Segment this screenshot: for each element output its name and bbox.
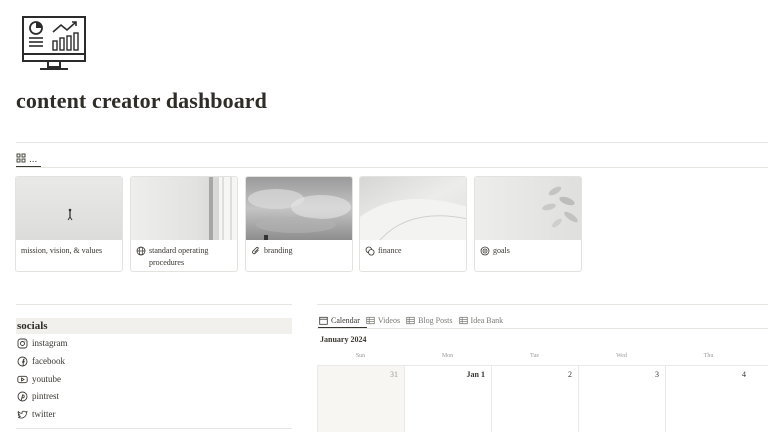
target-icon [480, 246, 490, 256]
card-goals[interactable]: goals [474, 176, 582, 272]
card-label: goals [493, 246, 510, 255]
card-standard-operating-procedures[interactable]: standard operating procedures [130, 176, 238, 272]
calendar-day-cell[interactable]: 3 [578, 366, 665, 432]
social-link-youtube[interactable]: youtube [17, 371, 61, 387]
weekday-label: Tue [529, 353, 540, 359]
social-link-twitter[interactable]: twitter [17, 406, 56, 422]
facebook-icon [17, 356, 28, 367]
divider [317, 328, 768, 329]
divider [16, 167, 768, 168]
card-label: finance [378, 246, 402, 255]
social-label: facebook [32, 356, 65, 366]
tab-blog-posts[interactable]: Blog Posts [406, 313, 453, 327]
card-finance[interactable]: finance [359, 176, 467, 272]
divider [16, 304, 292, 305]
tab-idea-bank[interactable]: Idea Bank [458, 313, 504, 327]
tab-calendar[interactable]: Calendar [319, 313, 360, 327]
table-icon [458, 316, 468, 325]
tab-label: Calendar [331, 315, 360, 325]
divider [317, 304, 768, 305]
day-number: 31 [390, 370, 398, 379]
calendar-day-cell[interactable]: 4 [665, 366, 752, 432]
day-number: 2 [568, 370, 572, 379]
divider [16, 142, 768, 143]
pinterest-icon [17, 391, 28, 402]
tab-label: Blog Posts [418, 315, 453, 325]
calendar-day-cell[interactable]: Jan 1 [404, 366, 491, 432]
dashboard-monitor-icon[interactable] [20, 14, 88, 76]
card-label: standard operating procedures [149, 246, 209, 267]
weekday-label: Thu [703, 353, 714, 359]
social-label: twitter [32, 409, 56, 419]
gallery-view-label: ... [29, 153, 38, 165]
tab-label: Videos [377, 315, 401, 325]
calendar-day-cell[interactable]: 31 [317, 366, 404, 432]
youtube-icon [17, 374, 28, 385]
page-title: content creator dashboard [16, 88, 268, 113]
day-number: 4 [742, 370, 746, 379]
social-label: youtube [32, 374, 61, 384]
calendar-icon [319, 316, 328, 325]
table-icon [406, 316, 415, 325]
social-link-facebook[interactable]: facebook [17, 353, 65, 369]
card-cover-image [246, 177, 352, 240]
card-cover-image [16, 177, 122, 240]
socials-heading: socials [16, 318, 292, 334]
social-link-instagram[interactable]: instagram [17, 335, 68, 351]
card-label: branding [264, 246, 293, 255]
day-number: Jan 1 [466, 370, 485, 379]
database-view-tabs: Calendar Videos Blog Posts Idea Bank [319, 313, 503, 327]
calendar-grid: 31 Jan 1 2 3 4 [317, 365, 768, 432]
twitter-icon [17, 409, 28, 420]
card-mission-vision-values[interactable]: mission, vision, & values [15, 176, 123, 272]
calendar-month: January 2024 [320, 335, 367, 344]
social-link-pinterest[interactable]: pintrest [17, 388, 59, 404]
globe-icon [136, 246, 146, 256]
table-icon [366, 316, 375, 325]
day-number: 3 [655, 370, 659, 379]
card-cover-image [475, 177, 581, 240]
tab-videos[interactable]: Videos [366, 313, 400, 327]
card-cover-image [131, 177, 237, 240]
tab-label: Idea Bank [470, 315, 504, 325]
card-label: mission, vision, & values [21, 246, 103, 255]
card-branding[interactable]: branding [245, 176, 353, 272]
weekday-label: Sun [355, 353, 366, 359]
paperclip-icon [251, 246, 261, 256]
divider [16, 428, 292, 429]
calendar-day-cell[interactable]: 2 [491, 366, 578, 432]
weekday-label: Mon [441, 353, 454, 359]
social-label: instagram [32, 338, 68, 348]
coins-icon [365, 246, 375, 256]
social-label: pintrest [32, 391, 59, 401]
weekday-label: Wed [616, 353, 627, 359]
gallery-grid-icon [16, 153, 26, 166]
instagram-icon [17, 338, 28, 349]
card-cover-image [360, 177, 466, 241]
